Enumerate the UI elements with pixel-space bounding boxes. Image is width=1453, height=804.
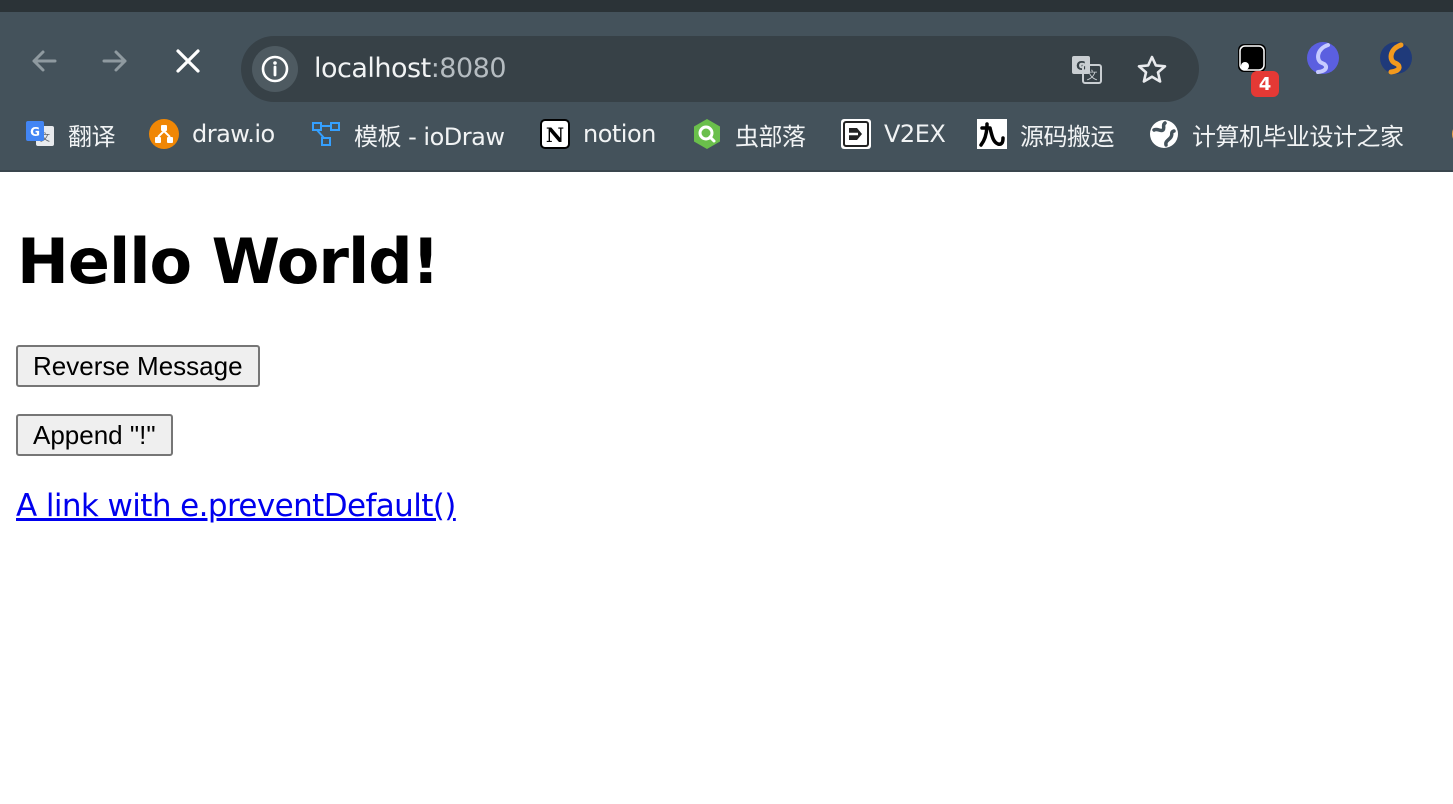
google-translate-icon: G 文 [1072, 56, 1102, 84]
extension-swirl-icon [1307, 42, 1339, 74]
bookmark-label: 模板 - ioDraw [354, 122, 505, 151]
page-title: Hello World! [17, 225, 440, 298]
bookmark-overflow-icon [1440, 118, 1453, 150]
bookmarks-bar: 文 G 翻译 draw.io 模板 - ioDraw N notion 虫部落 … [0, 104, 1453, 172]
chongbuluo-icon [691, 118, 723, 150]
bookmark-label: V2EX [884, 120, 946, 148]
extension-badge: 4 [1251, 71, 1279, 97]
google-translate-icon: 文 G [24, 118, 56, 150]
info-icon [261, 55, 289, 83]
bookmark-star-button[interactable] [1135, 53, 1169, 87]
url-host: localhost [314, 53, 431, 84]
forward-button[interactable] [98, 44, 132, 78]
star-icon [1137, 55, 1167, 83]
bookmark-label: 翻译 [68, 122, 116, 151]
bookmark-label: 计算机毕业设计之家 [1192, 122, 1404, 151]
drawio-icon [148, 118, 180, 150]
extension-1-button[interactable] [1235, 41, 1269, 75]
address-bar[interactable]: localhost:8080 G 文 [241, 36, 1199, 102]
iodraw-icon [310, 118, 342, 150]
window-top-strip [0, 0, 1453, 12]
close-icon [176, 49, 200, 73]
url-text[interactable]: localhost:8080 [314, 52, 507, 86]
svg-text:文: 文 [1087, 68, 1098, 82]
page-content: Hello World! Reverse Message Append "!" … [0, 174, 1453, 804]
site-info-button[interactable] [252, 46, 298, 92]
url-port: :8080 [430, 53, 507, 84]
bookmark-jisuanji[interactable]: 计算机毕业设计之家 [1148, 104, 1404, 164]
bookmark-label: 虫部落 [735, 122, 806, 151]
extension-sync-icon [1380, 42, 1412, 75]
stop-loading-button[interactable] [171, 44, 205, 78]
bookmark-iodraw[interactable]: 模板 - ioDraw [310, 104, 505, 164]
jiu-icon [976, 118, 1008, 150]
bookmark-label: 源码搬运 [1020, 122, 1115, 151]
bookmark-label: notion [583, 120, 656, 148]
globe-icon [1148, 118, 1180, 150]
notion-icon: N [539, 118, 571, 150]
arrow-right-icon [102, 50, 127, 72]
reverse-message-button[interactable]: Reverse Message [16, 345, 260, 387]
bookmark-yuanma[interactable]: 源码搬运 [976, 104, 1115, 164]
svg-text:G: G [30, 125, 40, 139]
bookmark-label: draw.io [192, 120, 275, 148]
v2ex-icon [840, 118, 872, 150]
translate-page-button[interactable]: G 文 [1070, 53, 1104, 87]
bookmark-v2ex[interactable]: V2EX [840, 104, 946, 164]
arrow-left-icon [32, 50, 57, 72]
bookmark-notion[interactable]: N notion [539, 104, 656, 164]
extension-3-button[interactable] [1379, 41, 1413, 75]
extension-2-button[interactable] [1306, 41, 1340, 75]
prevent-default-link[interactable]: A link with e.preventDefault() [16, 486, 456, 526]
browser-toolbar: localhost:8080 G 文 4 [0, 12, 1453, 104]
bookmark-chongbuluo[interactable]: 虫部落 [691, 104, 806, 164]
extension-app-icon [1238, 44, 1266, 72]
back-button[interactable] [27, 44, 61, 78]
bookmark-drawio[interactable]: draw.io [148, 104, 275, 164]
svg-text:N: N [546, 123, 564, 147]
bookmark-overflow[interactable] [1440, 104, 1453, 164]
bookmark-translate[interactable]: 文 G 翻译 [24, 104, 116, 164]
append-exclamation-button[interactable]: Append "!" [16, 414, 173, 456]
